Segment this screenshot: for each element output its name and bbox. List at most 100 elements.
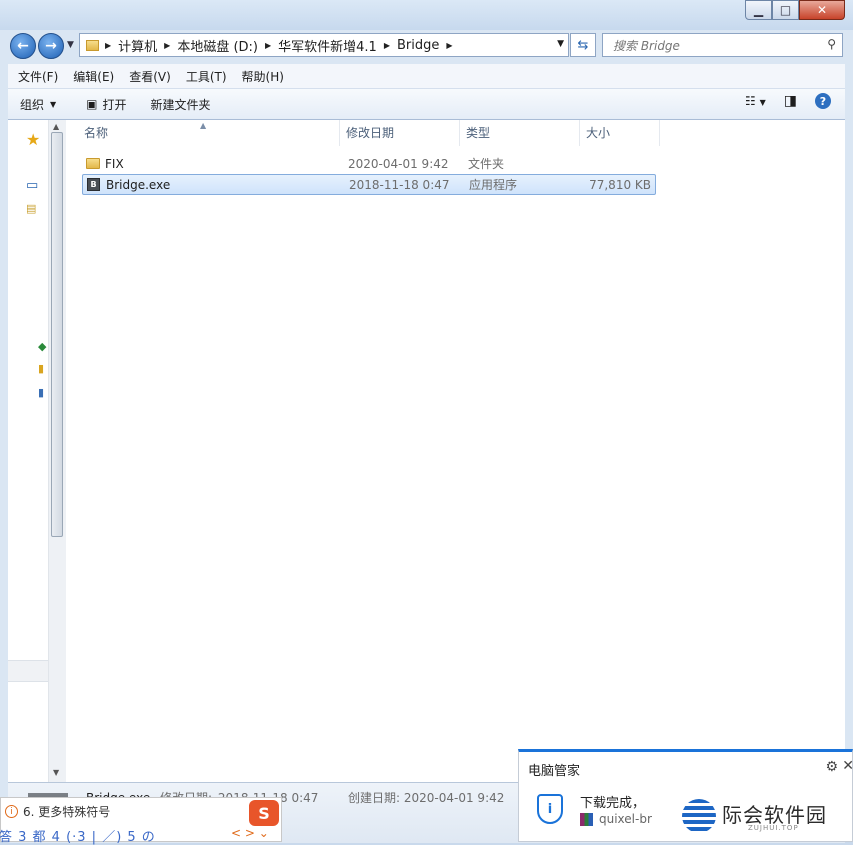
drive-icon[interactable]: ▮ <box>38 386 44 399</box>
chevron-right-icon[interactable]: ▶ <box>102 41 114 50</box>
file-name-cell: B Bridge.exe <box>83 178 349 192</box>
refresh-button[interactable]: ⇆ <box>570 33 596 57</box>
menu-edit[interactable]: 编辑(E) <box>63 68 119 85</box>
close-icon[interactable]: ✕ <box>842 758 853 774</box>
menu-tools[interactable]: 工具(T) <box>176 68 232 85</box>
folder-icon[interactable]: ▮ <box>38 362 44 375</box>
ime-hint-text: 6. 更多特殊符号 <box>23 805 111 819</box>
arrow-left-icon: ← <box>17 38 29 54</box>
command-bar: 组织 ▼ ▣ 打开 新建文件夹 ☷ ▼ ◨ ? <box>8 89 845 120</box>
recent-pages-dropdown[interactable]: ▼ <box>67 40 74 50</box>
scrollbar-thumb[interactable] <box>51 132 63 537</box>
notification-message: 下载完成， <box>580 796 646 811</box>
organize-button[interactable]: 组织 ▼ <box>8 89 68 119</box>
column-headers: ▲ 名称 修改日期 类型 大小 <box>66 120 660 146</box>
computer-icon[interactable]: ▭ <box>26 178 38 193</box>
file-row-bridge-exe[interactable]: B Bridge.exe 2018-11-18 0:47 应用程序 77,810… <box>82 174 656 195</box>
help-icon[interactable]: ? <box>815 93 831 109</box>
chevron-right-icon[interactable]: ▶ <box>161 41 173 50</box>
organize-label: 组织 <box>20 97 45 112</box>
minimize-button[interactable]: ▁ <box>745 0 772 20</box>
column-size[interactable]: 大小 <box>580 120 660 146</box>
file-date: 2018-11-18 0:47 <box>349 177 450 192</box>
open-icon: ▣ <box>86 97 98 111</box>
column-date-label: 修改日期 <box>346 126 395 140</box>
archive-icon <box>580 812 593 826</box>
view-options-button[interactable]: ☷ ▼ <box>745 94 766 108</box>
column-name[interactable]: ▲ 名称 <box>66 120 340 146</box>
menu-file[interactable]: 文件(F) <box>8 68 63 85</box>
ime-candidates[interactable]: 答 3 都 4 (·3 | ／) 5 の <box>0 826 156 845</box>
chevron-right-icon[interactable]: ▶ <box>443 41 455 50</box>
file-size: 77,810 KB <box>589 177 651 192</box>
file-name-cell: FIX <box>82 157 348 171</box>
chevron-down-icon[interactable]: ▼ <box>557 39 564 49</box>
arrow-right-icon: → <box>45 38 57 54</box>
chevron-down-icon: ▼ <box>50 99 57 109</box>
application-icon: B <box>87 178 100 191</box>
nav-pane-band <box>8 660 48 682</box>
open-button[interactable]: ▣ 打开 <box>74 89 138 119</box>
address-bar[interactable]: ▶ 计算机 ▶ 本地磁盘 (D:) ▶ 华军软件新增4.1 ▶ Bridge ▶… <box>79 33 569 57</box>
file-name: Bridge.exe <box>106 177 171 192</box>
notification-file-name: quixel-br <box>599 812 652 826</box>
file-type: 应用程序 <box>469 178 518 192</box>
file-name: FIX <box>105 156 124 171</box>
menu-view[interactable]: 查看(V) <box>119 68 176 85</box>
chevron-down-icon: ▼ <box>759 98 766 107</box>
forward-button[interactable]: → <box>38 33 64 59</box>
sort-ascending-icon: ▲ <box>200 121 207 130</box>
chevron-right-icon[interactable]: ▶ <box>262 41 274 50</box>
back-button[interactable]: ← <box>10 33 36 59</box>
favorites-star-icon[interactable]: ★ <box>26 130 40 149</box>
menu-bar: 文件(F) 编辑(E) 查看(V) 工具(T) 帮助(H) <box>8 64 845 89</box>
search-box[interactable]: ⚲ <box>602 33 843 57</box>
info-icon: i <box>5 805 18 818</box>
close-button[interactable]: ✕ <box>799 0 845 20</box>
network-icon[interactable]: ◆ <box>38 340 46 353</box>
column-size-label: 大小 <box>586 126 611 140</box>
view-controls: ☷ ▼ ◨ ? <box>745 93 831 109</box>
notification-title: 电脑管家 <box>528 764 581 779</box>
maximize-button[interactable]: □ <box>772 0 799 20</box>
navigation-row: ← → ▼ ▶ 计算机 ▶ 本地磁盘 (D:) ▶ 华军软件新增4.1 ▶ Br… <box>0 30 853 62</box>
library-icon[interactable]: ▤ <box>26 202 36 215</box>
breadcrumb-computer[interactable]: 计算机 <box>114 36 161 55</box>
preview-pane-icon[interactable]: ◨ <box>784 93 797 109</box>
explorer-window: ▁ □ ✕ ← → ▼ ▶ 计算机 ▶ 本地磁盘 (D:) ▶ 华军软件新增4.… <box>0 0 853 843</box>
refresh-icon: ⇆ <box>577 37 589 53</box>
chevron-right-icon[interactable]: ▶ <box>381 41 393 50</box>
scroll-up-icon[interactable]: ▲ <box>53 122 59 131</box>
details-created-value: 2020-04-01 9:42 <box>403 791 505 805</box>
nav-scrollbar[interactable]: ▲ ▼ <box>48 120 66 782</box>
folder-icon <box>86 158 100 169</box>
file-date: 2020-04-01 9:42 <box>348 156 449 171</box>
watermark: 际会软件园 ZUJHUI.TOP <box>682 795 852 841</box>
folder-icon <box>86 39 99 51</box>
column-type[interactable]: 类型 <box>460 120 580 146</box>
sogou-logo-icon: S <box>249 800 279 826</box>
search-input[interactable] <box>611 35 825 57</box>
notification-file[interactable]: quixel-br <box>580 812 652 826</box>
gear-icon[interactable]: ⚙ <box>825 759 838 775</box>
window-controls: ▁ □ ✕ <box>745 0 845 20</box>
title-bar: ▁ □ ✕ <box>0 0 853 30</box>
new-folder-button[interactable]: 新建文件夹 <box>139 89 223 119</box>
details-created-label: 创建日期: <box>348 791 401 805</box>
search-icon[interactable]: ⚲ <box>827 37 836 51</box>
breadcrumb-huajun[interactable]: 华军软件新增4.1 <box>274 36 381 55</box>
column-date[interactable]: 修改日期 <box>340 120 460 146</box>
new-folder-label: 新建文件夹 <box>150 97 211 112</box>
file-row-fix[interactable]: FIX 2020-04-01 9:42 文件夹 <box>82 153 656 174</box>
open-label: 打开 <box>102 97 127 112</box>
details-created: 创建日期: 2020-04-01 9:42 <box>348 789 504 806</box>
ime-pager[interactable]: < > ⌄ <box>231 826 269 840</box>
breadcrumb-bridge[interactable]: Bridge <box>393 38 443 53</box>
watermark-subtext: ZUJHUI.TOP <box>748 824 799 832</box>
scroll-down-icon[interactable]: ▼ <box>53 768 59 777</box>
globe-logo-icon <box>682 799 716 833</box>
menu-help[interactable]: 帮助(H) <box>232 68 289 85</box>
breadcrumb-local-disk[interactable]: 本地磁盘 (D:) <box>173 36 262 55</box>
file-type: 文件夹 <box>468 157 505 171</box>
ime-candidate-window: i 6. 更多特殊符号 答 3 都 4 (·3 | ／) 5 の < > ⌄ S <box>0 797 282 845</box>
